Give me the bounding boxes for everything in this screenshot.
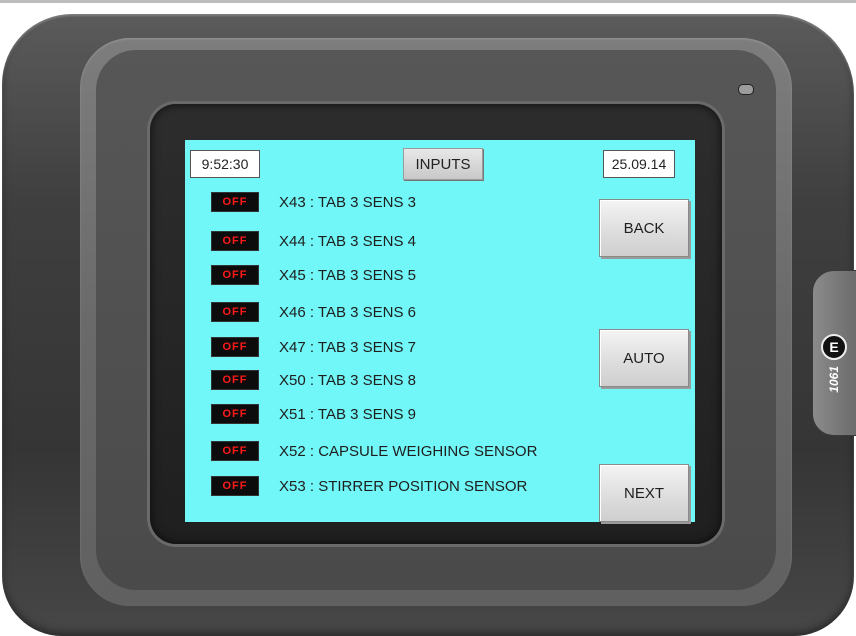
input-row-x52: OFF X52 : CAPSULE WEIGHING SENSOR — [211, 440, 537, 462]
input-row-x47: OFF X47 : TAB 3 SENS 7 — [211, 336, 416, 358]
hmi-screen: 9:52:30 INPUTS 25.09.14 OFF X43 : TAB 3 … — [185, 140, 695, 522]
input-row-x44: OFF X44 : TAB 3 SENS 4 — [211, 230, 416, 252]
input-row-x50: OFF X50 : TAB 3 SENS 8 — [211, 369, 416, 391]
input-row-x45: OFF X45 : TAB 3 SENS 5 — [211, 264, 416, 286]
page-top-rule — [0, 0, 856, 3]
input-label: X53 : STIRRER POSITION SENSOR — [279, 477, 528, 495]
input-label: X50 : TAB 3 SENS 8 — [279, 371, 417, 389]
device-model: 1061 — [827, 366, 841, 393]
screen-title: INPUTS — [403, 148, 483, 180]
input-label: X44 : TAB 3 SENS 4 — [279, 232, 417, 250]
input-row-x43: OFF X43 : TAB 3 SENS 3 — [211, 191, 416, 213]
clock-date: 25.09.14 — [603, 150, 675, 178]
status-badge: OFF — [211, 192, 259, 212]
input-label: X51 : TAB 3 SENS 9 — [279, 405, 417, 423]
input-label: X46 : TAB 3 SENS 6 — [279, 303, 417, 321]
status-badge: OFF — [211, 370, 259, 390]
input-label: X52 : CAPSULE WEIGHING SENSOR — [279, 442, 538, 460]
input-row-x51: OFF X51 : TAB 3 SENS 9 — [211, 403, 416, 425]
status-badge: OFF — [211, 265, 259, 285]
status-badge: OFF — [211, 404, 259, 424]
input-row-x46: OFF X46 : TAB 3 SENS 6 — [211, 301, 416, 323]
input-label: X43 : TAB 3 SENS 3 — [279, 193, 417, 211]
brand-logo-icon: E — [821, 334, 847, 360]
input-label: X45 : TAB 3 SENS 5 — [279, 266, 417, 284]
auto-button[interactable]: AUTO — [599, 329, 689, 387]
clock-time: 9:52:30 — [190, 150, 260, 178]
next-button[interactable]: NEXT — [599, 464, 689, 522]
status-badge: OFF — [211, 441, 259, 461]
status-badge: OFF — [211, 302, 259, 322]
back-button[interactable]: BACK — [599, 199, 689, 257]
status-badge: OFF — [211, 337, 259, 357]
input-label: X47 : TAB 3 SENS 7 — [279, 338, 417, 356]
status-badge: OFF — [211, 476, 259, 496]
input-row-x53: OFF X53 : STIRRER POSITION SENSOR — [211, 475, 527, 497]
brand-label: E 1061 — [816, 300, 852, 410]
power-led-indicator — [738, 84, 754, 95]
status-badge: OFF — [211, 231, 259, 251]
